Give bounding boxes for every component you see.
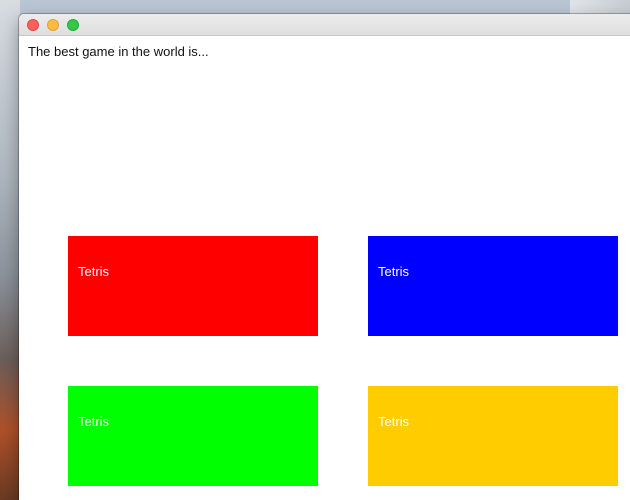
answer-tile-label: Tetris bbox=[378, 264, 410, 279]
answer-tile-label: Tetris bbox=[78, 264, 110, 279]
minimize-window-button[interactable] bbox=[47, 19, 59, 31]
answer-tile-label: Tetris bbox=[78, 414, 110, 429]
answer-tile-label: Tetris bbox=[378, 414, 410, 429]
close-window-button[interactable] bbox=[27, 19, 39, 31]
answer-tile-2[interactable]: Tetris bbox=[368, 236, 618, 336]
answer-tile-4[interactable]: Tetris bbox=[368, 386, 618, 486]
desktop-background bbox=[0, 0, 20, 500]
answer-tile-1[interactable]: Tetris bbox=[68, 236, 318, 336]
answer-tile-3[interactable]: Tetris bbox=[68, 386, 318, 486]
zoom-window-button[interactable] bbox=[67, 19, 79, 31]
app-window: The best game in the world is... Tetris … bbox=[19, 14, 630, 500]
question-prompt: The best game in the world is... bbox=[28, 44, 209, 59]
title-bar[interactable] bbox=[19, 14, 630, 36]
